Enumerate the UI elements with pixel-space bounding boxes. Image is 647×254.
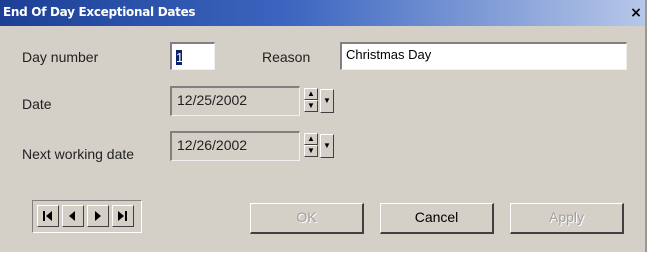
window-title: End Of Day Exceptional Dates: [3, 5, 196, 19]
date-label: Date: [22, 96, 52, 112]
next-working-date-field[interactable]: 12/26/2002: [170, 131, 300, 161]
prev-record-icon[interactable]: [62, 205, 84, 227]
reason-field[interactable]: Christmas Day: [340, 42, 627, 70]
cancel-button[interactable]: Cancel: [380, 203, 494, 234]
reason-label: Reason: [262, 49, 311, 65]
date-dropdown-icon[interactable]: ▼: [320, 89, 334, 113]
title-bar[interactable]: End Of Day Exceptional Dates: [0, 0, 645, 26]
day-number-field[interactable]: 1: [170, 42, 215, 70]
date-spinner[interactable]: ▲ ▼: [304, 88, 318, 112]
close-icon[interactable]: [629, 6, 643, 20]
spin-up-icon[interactable]: ▲: [304, 133, 318, 145]
day-number-label: Day number: [22, 49, 99, 65]
apply-button[interactable]: Apply: [510, 203, 624, 234]
next-working-date-dropdown-icon[interactable]: ▼: [320, 134, 334, 158]
next-working-date-label: Next working date: [22, 146, 135, 162]
dialog-window: End Of Day Exceptional Dates Day number …: [0, 0, 647, 252]
ok-button[interactable]: OK: [250, 203, 364, 234]
last-record-icon[interactable]: [112, 205, 134, 227]
record-navigator: [32, 200, 142, 233]
spin-down-icon[interactable]: ▼: [304, 145, 318, 157]
spin-up-icon[interactable]: ▲: [304, 88, 318, 100]
day-number-value: 1: [176, 50, 184, 66]
first-record-icon[interactable]: [37, 205, 59, 227]
spin-down-icon[interactable]: ▼: [304, 100, 318, 112]
next-record-icon[interactable]: [87, 205, 109, 227]
next-working-date-spinner[interactable]: ▲ ▼: [304, 133, 318, 157]
date-field[interactable]: 12/25/2002: [170, 86, 300, 116]
